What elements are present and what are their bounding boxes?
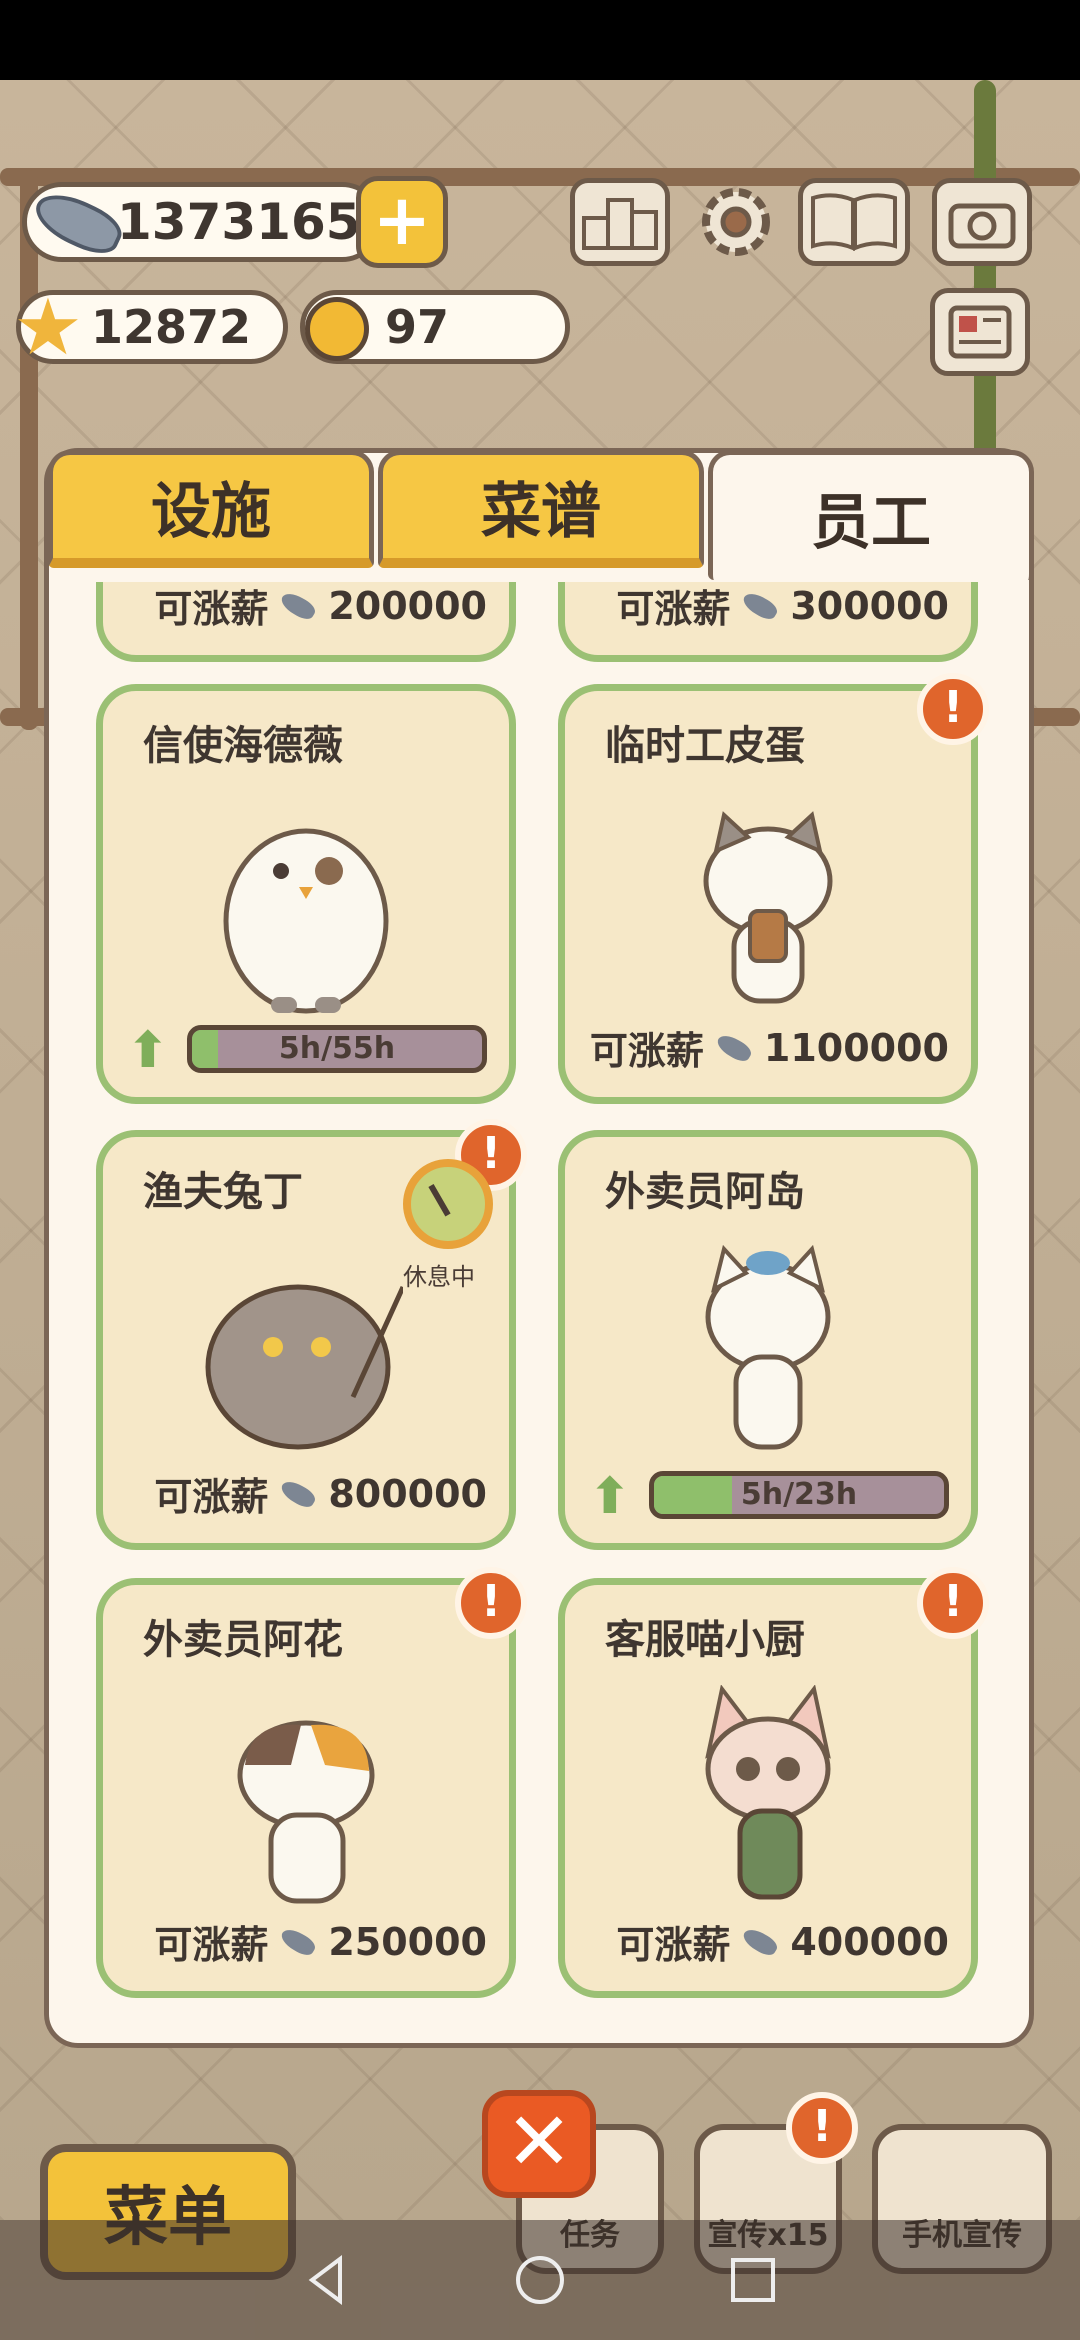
- staff-card[interactable]: 客服喵小厨 ! 可涨薪 400000: [558, 1567, 989, 1998]
- tab-facilities[interactable]: 设施: [48, 450, 374, 568]
- staff-card[interactable]: 临时工皮蛋 ! 可涨薪 1100000: [558, 673, 989, 1104]
- tab-recipes[interactable]: 菜谱: [378, 450, 704, 568]
- raise-amount: 800000: [328, 1471, 487, 1516]
- raise-label: 可涨薪: [616, 1923, 731, 1967]
- star-amount: 12872: [91, 300, 252, 354]
- staff-name: 客服喵小厨: [605, 1617, 805, 1663]
- newspaper-icon[interactable]: [930, 288, 1030, 376]
- fish-icon: [740, 588, 781, 623]
- raise-salary: 可涨薪 400000: [616, 1914, 949, 1969]
- camera-icon[interactable]: [932, 178, 1032, 266]
- add-fish-button[interactable]: +: [356, 176, 448, 268]
- status-bar: [0, 0, 1080, 80]
- home-icon[interactable]: [513, 2253, 567, 2307]
- staff-card[interactable]: 信使海德薇 ⬆ 5h/55h: [96, 684, 516, 1104]
- staff-card-partial[interactable]: 可涨薪 300000: [558, 582, 978, 662]
- alert-icon: !: [917, 1567, 989, 1639]
- level-progress: ⬆ 5h/55h: [127, 1023, 497, 1077]
- raise-amount: 400000: [790, 1919, 949, 1964]
- staff-card[interactable]: 外卖员阿花 ! 可涨薪 250000: [96, 1567, 527, 1998]
- cat-character: [705, 1685, 831, 1900]
- level-up-arrow-icon: ⬆: [127, 1021, 169, 1079]
- tab-staff[interactable]: 员工: [708, 450, 1034, 580]
- progress-text: 5h/55h: [278, 1031, 396, 1066]
- fish-icon: [278, 1924, 319, 1959]
- bell-amount: 97: [385, 300, 450, 354]
- progress-bar: 5h/23h: [649, 1471, 949, 1519]
- raise-salary: 可涨薪 800000: [154, 1466, 487, 1521]
- raise-label: 可涨薪: [616, 587, 731, 631]
- rest-status: 休息中: [403, 1263, 475, 1291]
- rest-timer-icon: [403, 1159, 493, 1249]
- raise-salary: 可涨薪 200000: [154, 582, 487, 633]
- level-progress: ⬆ 5h/23h: [589, 1469, 959, 1523]
- fish-currency: 1373165: [22, 182, 382, 262]
- staff-card-partial[interactable]: 可涨薪 200000: [96, 582, 516, 662]
- progress-text: 5h/23h: [740, 1477, 858, 1512]
- raise-salary: 可涨薪 1100000: [590, 1020, 949, 1075]
- alert-icon: !: [917, 673, 989, 745]
- fish-amount: 1373165: [117, 193, 361, 251]
- progress-bar: 5h/55h: [187, 1025, 487, 1073]
- fish-icon: [27, 184, 129, 262]
- raise-amount: 250000: [328, 1919, 487, 1964]
- alert-icon: !: [786, 2092, 858, 2164]
- cat-character: [237, 1720, 375, 1904]
- book-icon[interactable]: [798, 178, 910, 266]
- raise-amount: 200000: [328, 583, 487, 628]
- raise-label: 可涨薪: [154, 1475, 269, 1519]
- staff-card[interactable]: 渔夫兔丁 ! 休息中 可涨薪 800000: [96, 1119, 527, 1550]
- recents-icon[interactable]: [726, 2253, 780, 2307]
- cat-character: [205, 1284, 403, 1450]
- staff-name: 临时工皮蛋: [605, 723, 805, 769]
- owl-character: [223, 828, 389, 1014]
- raise-salary: 可涨薪 300000: [616, 582, 949, 633]
- raise-label: 可涨薪: [154, 1923, 269, 1967]
- fish-icon: [278, 588, 319, 623]
- gear-icon[interactable]: [686, 178, 786, 266]
- bell-icon: [305, 297, 369, 361]
- staff-name: 外卖员阿岛: [605, 1169, 805, 1215]
- fish-icon: [278, 1476, 319, 1511]
- staff-name: 渔夫兔丁: [143, 1169, 303, 1215]
- back-icon[interactable]: [300, 2253, 354, 2307]
- ranking-icon[interactable]: [570, 178, 670, 266]
- cat-character: [705, 1244, 831, 1450]
- raise-label: 可涨薪: [154, 587, 269, 631]
- alert-icon: !: [455, 1567, 527, 1639]
- cat-character: [703, 811, 833, 1004]
- raise-amount: 300000: [790, 583, 949, 628]
- wood-post: [20, 170, 38, 730]
- star-icon: ★: [13, 283, 83, 373]
- staff-grid: 可涨薪 200000 可涨薪 300000 信使海德薇 ⬆ 5h/55h 临时工…: [48, 582, 1028, 2002]
- android-nav-bar: [0, 2220, 1080, 2340]
- fish-icon: [713, 1030, 754, 1065]
- raise-salary: 可涨薪 250000: [154, 1914, 487, 1969]
- fish-icon: [740, 1924, 781, 1959]
- raise-label: 可涨薪: [589, 1029, 704, 1073]
- staff-name: 信使海德薇: [143, 723, 343, 769]
- bell-currency: 97: [300, 290, 570, 364]
- staff-card[interactable]: 外卖员阿岛 ⬆ 5h/23h: [558, 1130, 978, 1550]
- staff-name: 外卖员阿花: [143, 1617, 343, 1663]
- close-button[interactable]: ✕: [482, 2090, 596, 2198]
- star-currency: ★ 12872: [13, 283, 288, 373]
- level-up-arrow-icon: ⬆: [589, 1467, 631, 1525]
- raise-amount: 1100000: [763, 1025, 949, 1070]
